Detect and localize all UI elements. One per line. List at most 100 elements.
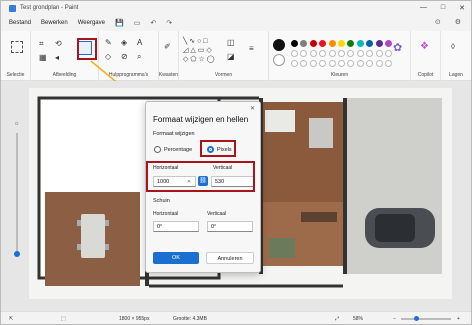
selection-size-icon: ⬚ (61, 316, 66, 322)
skew-horizontal-label: Horizontaal (153, 211, 179, 217)
group-label-colors: Kleuren (330, 72, 349, 78)
highlight-size-fields (146, 161, 255, 192)
dialog-close-button[interactable]: ✕ (250, 105, 255, 112)
custom-color-swatch[interactable] (291, 50, 298, 57)
paint-app-icon (9, 4, 16, 12)
zoom-out-button[interactable]: − (393, 316, 396, 322)
custom-color-swatch[interactable] (375, 60, 383, 67)
menu-view[interactable]: Weergave (78, 20, 105, 26)
shapes-gallery[interactable]: ╲∿○□ ◿△▭◇ ◇⬠☆◯ (183, 37, 217, 64)
custom-color-swatch[interactable] (309, 50, 317, 57)
group-selection: Selectie (1, 31, 31, 81)
pencil-icon[interactable]: ✎ (105, 39, 112, 47)
custom-color-swatch[interactable] (375, 50, 383, 57)
canvas-dimensions: 1800 × 955px (119, 316, 150, 322)
custom-color-swatch[interactable] (338, 60, 345, 67)
skew-horizontal-value: 0° (157, 224, 163, 230)
flip-icon[interactable]: ◂ (55, 54, 59, 62)
zoom-slider-track[interactable] (401, 318, 451, 320)
menu-edit[interactable]: Bewerken (41, 20, 68, 26)
highlight-pixels-option (200, 140, 236, 157)
skew-horizontal-input[interactable]: 0° (153, 221, 199, 232)
ribbon: Selectie ⌗ ⟲ ▦ ◂ Afbeelding ✎ ◈ A ◇ ⊘ ⌕ … (1, 31, 471, 81)
text-icon[interactable]: A (137, 39, 142, 47)
account-icon[interactable]: ⊙ (435, 18, 441, 26)
rotate-icon[interactable]: ⟲ (55, 40, 62, 48)
save-icon[interactable]: 💾 (115, 19, 124, 27)
group-label-shapes: Vormen (214, 72, 233, 78)
group-brushes: ✐ Kwasten (159, 31, 179, 81)
line-size-icon[interactable]: ≡ (249, 45, 254, 53)
color-swatch[interactable] (385, 40, 392, 47)
group-label-layers: Lagen (449, 72, 463, 78)
fill-icon[interactable]: ◈ (121, 39, 127, 47)
custom-color-swatch[interactable] (328, 50, 336, 57)
cancel-button[interactable]: Annuleren (206, 252, 254, 264)
custom-color-swatch[interactable] (309, 60, 317, 67)
copilot-icon[interactable]: ❖ (420, 42, 429, 52)
select-image-icon[interactable]: ▦ (39, 54, 47, 62)
redo-icon[interactable]: ↷ (166, 19, 172, 27)
custom-color-swatch[interactable] (356, 60, 364, 67)
highlight-resize-button (77, 38, 97, 60)
custom-color-swatch[interactable] (338, 50, 345, 57)
custom-color-swatch[interactable] (356, 50, 364, 57)
group-label-copilot: Copilot (417, 72, 434, 78)
slider-thumb[interactable] (14, 251, 20, 257)
window-title: Test grondplan - Paint (20, 5, 79, 11)
custom-color-swatch[interactable] (385, 50, 392, 57)
outline-icon[interactable]: ◫ (227, 39, 235, 47)
file-size: Grootte: 4.3MB (173, 316, 207, 322)
zoom-in-button[interactable]: + (457, 316, 460, 322)
resize-heading: Formaat wijzigen (153, 131, 195, 137)
group-copilot: ❖ Copilot (411, 31, 441, 81)
group-shapes: ╲∿○□ ◿△▭◇ ◇⬠☆◯ ◫ ◪ ≡ Vormen (179, 31, 269, 81)
dialog-title: Formaat wijzigen en hellen (153, 115, 249, 124)
menu-file[interactable]: Bestand (9, 20, 31, 26)
pointer-icon: ⇱ (9, 316, 14, 322)
selection-icon[interactable] (11, 41, 23, 53)
secondary-color[interactable] (273, 54, 285, 66)
zoom-level[interactable]: 58% (353, 316, 363, 322)
frame-icon[interactable]: ▭ (134, 19, 141, 27)
brush-icon[interactable]: ✐ (164, 43, 171, 51)
minimize-button[interactable]: — (420, 4, 427, 12)
paint-window: Test grondplan - Paint — □ ✕ Bestand Bew… (0, 0, 472, 325)
layers-icon[interactable]: ◊ (451, 43, 455, 51)
group-layers: ◊ Lagen (441, 31, 471, 81)
slider-track (16, 133, 18, 253)
maximize-button[interactable]: □ (441, 4, 445, 12)
zoom-slider-thumb[interactable] (413, 316, 419, 321)
skew-vertical-value: 0° (211, 224, 217, 230)
close-button[interactable]: ✕ (459, 4, 465, 12)
crop-icon[interactable]: ⌗ (39, 40, 44, 48)
group-label-brushes: Kwasten (158, 72, 179, 78)
fit-to-window-icon[interactable]: ⤢ (335, 316, 339, 322)
color-swatch[interactable] (356, 40, 364, 47)
skew-vertical-input[interactable]: 0° (207, 221, 253, 232)
title-bar: Test grondplan - Paint — □ ✕ (1, 1, 471, 15)
percentage-label: Percentage (164, 147, 193, 153)
percentage-radio[interactable] (154, 146, 161, 153)
menu-bar: Bestand Bewerken Weergave 💾 ▭ ↶ ↷ ⊙ ⚙ (1, 15, 471, 31)
custom-color-swatch[interactable] (385, 60, 392, 67)
group-label-selection: Selectie (6, 72, 25, 78)
vertical-zoom-slider[interactable]: ☼ (13, 121, 21, 261)
primary-color[interactable] (273, 39, 285, 51)
ok-button[interactable]: OK (153, 252, 199, 264)
undo-icon[interactable]: ↶ (150, 19, 156, 27)
settings-icon[interactable]: ⚙ (455, 18, 461, 26)
status-bar: ⇱ ⬚ 1800 × 955px Grootte: 4.3MB ⤢ 58% − … (1, 311, 471, 324)
color-swatch[interactable] (338, 40, 345, 47)
edit-colors-icon[interactable]: ✿ (393, 43, 402, 54)
skew-vertical-label: Verticaal (207, 211, 227, 217)
sun-icon: ☼ (14, 121, 20, 127)
color-swatch[interactable] (291, 40, 298, 47)
color-swatch[interactable] (328, 40, 336, 47)
custom-color-swatch[interactable] (291, 60, 298, 67)
color-swatch[interactable] (375, 40, 383, 47)
color-swatch[interactable] (309, 40, 317, 47)
skew-heading: Schuin (153, 198, 170, 204)
custom-color-swatch[interactable] (328, 60, 336, 67)
fill-shape-icon[interactable]: ◪ (227, 53, 235, 61)
